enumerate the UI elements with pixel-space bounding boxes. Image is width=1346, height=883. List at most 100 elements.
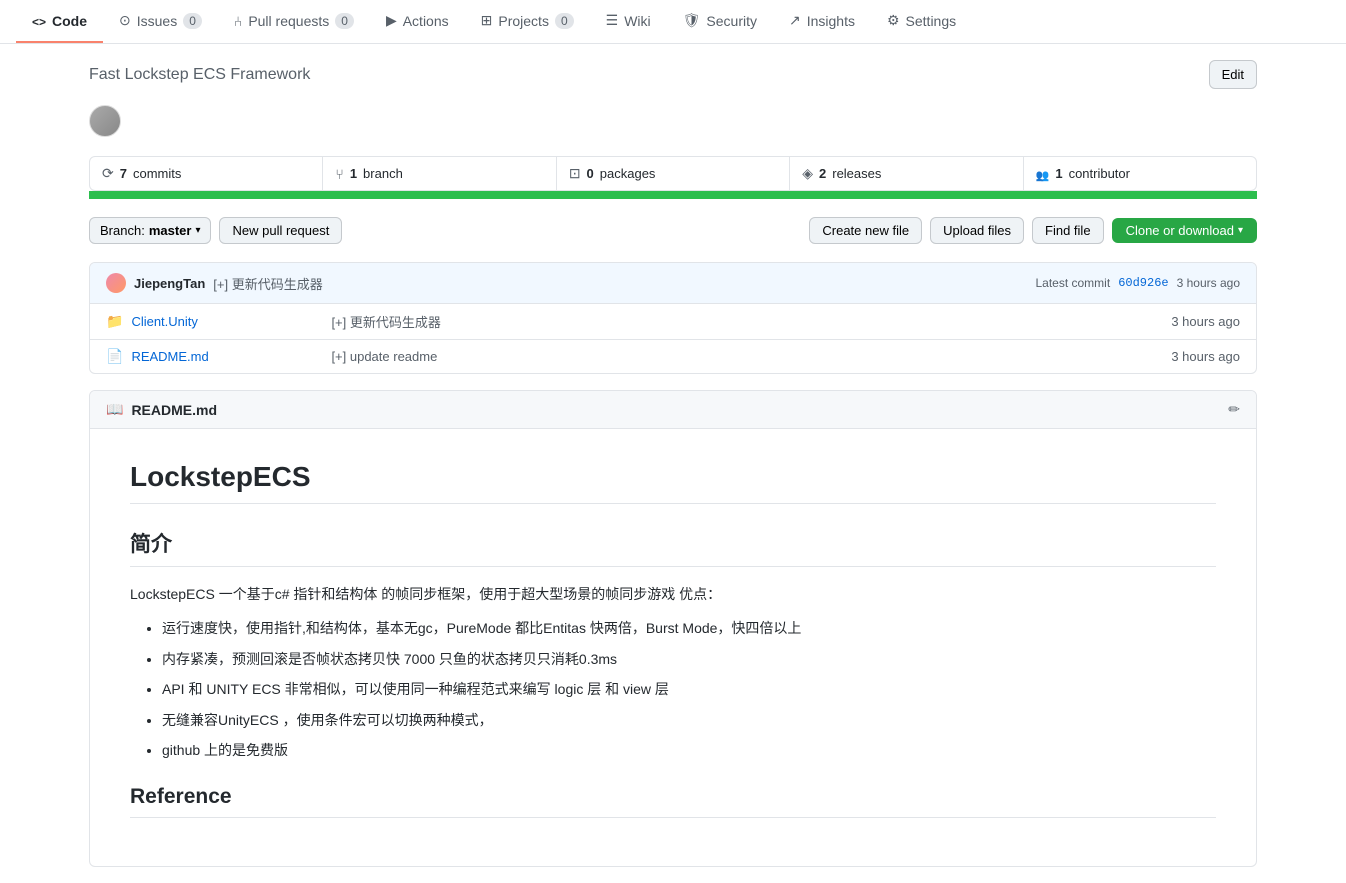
- language-bar: [89, 191, 1257, 199]
- list-item: 内存紧凑，预测回滚是否帧状态拷贝快 7000 只鱼的状态拷贝只消耗0.3ms: [162, 648, 1216, 670]
- contributors-label: contributor: [1069, 166, 1130, 181]
- branch-name: master: [149, 223, 192, 238]
- branch-label: Branch:: [100, 223, 145, 238]
- repo-description-row: Fast Lockstep ECS Framework Edit: [89, 60, 1257, 89]
- projects-badge: 0: [555, 13, 574, 29]
- avatar-row: [89, 105, 1257, 140]
- commit-author[interactable]: JiepengTan: [134, 276, 205, 291]
- commit-header: JiepengTan [+] 更新代码生成器 Latest commit 60d…: [90, 263, 1256, 304]
- issues-badge: 0: [183, 13, 202, 29]
- list-item: github 上的是免费版: [162, 739, 1216, 761]
- action-bar: Branch: master New pull request Create n…: [89, 207, 1257, 254]
- readme-title: README.md: [106, 401, 217, 418]
- readme-title-text: README.md: [131, 402, 217, 418]
- tab-pull-requests[interactable]: Pull requests 0: [218, 1, 370, 43]
- file-time: 3 hours ago: [1171, 349, 1240, 364]
- edit-button[interactable]: Edit: [1209, 60, 1257, 89]
- releases-count: 2: [819, 166, 826, 181]
- branch-icon: [335, 166, 343, 182]
- action-bar-right: Create new file Upload files Find file C…: [809, 217, 1257, 244]
- packages-label: packages: [600, 166, 656, 181]
- insights-icon: [789, 12, 801, 29]
- tab-insights[interactable]: Insights: [773, 0, 871, 43]
- repo-description-text: Fast Lockstep ECS Framework: [89, 66, 310, 84]
- tab-wiki[interactable]: Wiki: [590, 0, 667, 43]
- commit-message: [+] 更新代码生成器: [213, 274, 322, 293]
- settings-icon: [887, 12, 900, 29]
- tab-settings[interactable]: Settings: [871, 0, 972, 43]
- tab-issues[interactable]: Issues 0: [103, 0, 218, 43]
- tab-code[interactable]: Code: [16, 1, 103, 43]
- people-icon: [1036, 166, 1050, 182]
- file-icon: [106, 348, 123, 365]
- tag-icon: [802, 165, 813, 182]
- file-table: JiepengTan [+] 更新代码生成器 Latest commit 60d…: [89, 262, 1257, 374]
- latest-commit-label: Latest commit: [1035, 276, 1110, 290]
- commits-icon: [102, 165, 114, 182]
- action-bar-left: Branch: master New pull request: [89, 217, 342, 244]
- pr-badge: 0: [335, 13, 354, 29]
- pencil-icon[interactable]: [1228, 401, 1240, 418]
- tab-projects[interactable]: Projects 0: [465, 0, 590, 43]
- actions-icon: [386, 12, 397, 29]
- readme-header: README.md: [90, 391, 1256, 429]
- commit-header-left: JiepengTan [+] 更新代码生成器: [106, 273, 323, 293]
- file-commit-msg: [+] update readme: [331, 349, 1171, 364]
- readme-h2-intro: 简介: [130, 528, 1216, 567]
- file-commit-msg: [+] 更新代码生成器: [331, 312, 1171, 331]
- branches-count: 1: [350, 166, 357, 181]
- tab-code-label: Code: [52, 13, 87, 29]
- branch-select-button[interactable]: Branch: master: [89, 217, 211, 244]
- readme-intro-p: LockstepECS 一个基于c# 指针和结构体 的帧同步框架，使用于超大型场…: [130, 583, 1216, 605]
- file-name[interactable]: Client.Unity: [131, 314, 331, 329]
- tab-issues-label: Issues: [137, 13, 177, 29]
- upload-files-button[interactable]: Upload files: [930, 217, 1024, 244]
- tab-insights-label: Insights: [807, 13, 855, 29]
- list-item: API 和 UNITY ECS 非常相似，可以使用同一种编程范式来编写 logi…: [162, 678, 1216, 700]
- tab-projects-label: Projects: [498, 13, 549, 29]
- tab-wiki-label: Wiki: [624, 13, 650, 29]
- file-time: 3 hours ago: [1171, 314, 1240, 329]
- repo-nav: Code Issues 0 Pull requests 0 Actions Pr…: [0, 0, 1346, 44]
- stat-packages[interactable]: 0 packages: [557, 157, 790, 190]
- stats-bar: 7 commits 1 branch 0 packages 2 releases…: [89, 156, 1257, 191]
- table-row: README.md [+] update readme 3 hours ago: [90, 340, 1256, 373]
- stat-releases[interactable]: 2 releases: [790, 157, 1023, 190]
- create-new-file-button[interactable]: Create new file: [809, 217, 922, 244]
- wiki-icon: [606, 12, 619, 29]
- main-content: Fast Lockstep ECS Framework Edit 7 commi…: [73, 44, 1273, 883]
- stat-contributors[interactable]: 1 contributor: [1024, 157, 1256, 190]
- security-icon: [683, 12, 701, 29]
- branches-label: branch: [363, 166, 403, 181]
- find-file-button[interactable]: Find file: [1032, 217, 1104, 244]
- book-icon: [106, 401, 123, 418]
- packages-count: 0: [587, 166, 594, 181]
- projects-icon: [481, 12, 493, 29]
- commit-avatar: [106, 273, 126, 293]
- file-name[interactable]: README.md: [131, 349, 331, 364]
- commits-label: commits: [133, 166, 181, 181]
- readme-section: README.md LockstepECS 简介 LockstepECS 一个基…: [89, 390, 1257, 867]
- tab-security[interactable]: Security: [667, 0, 773, 43]
- package-icon: [569, 165, 581, 182]
- stat-commits[interactable]: 7 commits: [90, 157, 323, 190]
- folder-icon: [106, 313, 123, 330]
- issue-icon: [119, 12, 131, 29]
- readme-h2-reference: Reference: [130, 785, 1216, 818]
- releases-label: releases: [832, 166, 881, 181]
- stat-branches[interactable]: 1 branch: [323, 157, 556, 190]
- readme-h1: LockstepECS: [130, 461, 1216, 504]
- commit-hash[interactable]: 60d926e: [1118, 276, 1168, 290]
- new-pull-request-button[interactable]: New pull request: [219, 217, 342, 244]
- commit-time: 3 hours ago: [1177, 276, 1240, 290]
- tab-actions-label: Actions: [403, 13, 449, 29]
- tab-security-label: Security: [706, 13, 757, 29]
- clone-or-download-button[interactable]: Clone or download: [1112, 218, 1257, 243]
- tab-settings-label: Settings: [906, 13, 957, 29]
- list-item: 无缝兼容UnityECS ，使用条件宏可以切换两种模式，: [162, 709, 1216, 731]
- readme-body: LockstepECS 简介 LockstepECS 一个基于c# 指针和结构体…: [90, 429, 1256, 866]
- tab-actions[interactable]: Actions: [370, 0, 465, 43]
- commits-count: 7: [120, 166, 127, 181]
- tab-pr-label: Pull requests: [248, 13, 329, 29]
- avatar[interactable]: [89, 105, 121, 137]
